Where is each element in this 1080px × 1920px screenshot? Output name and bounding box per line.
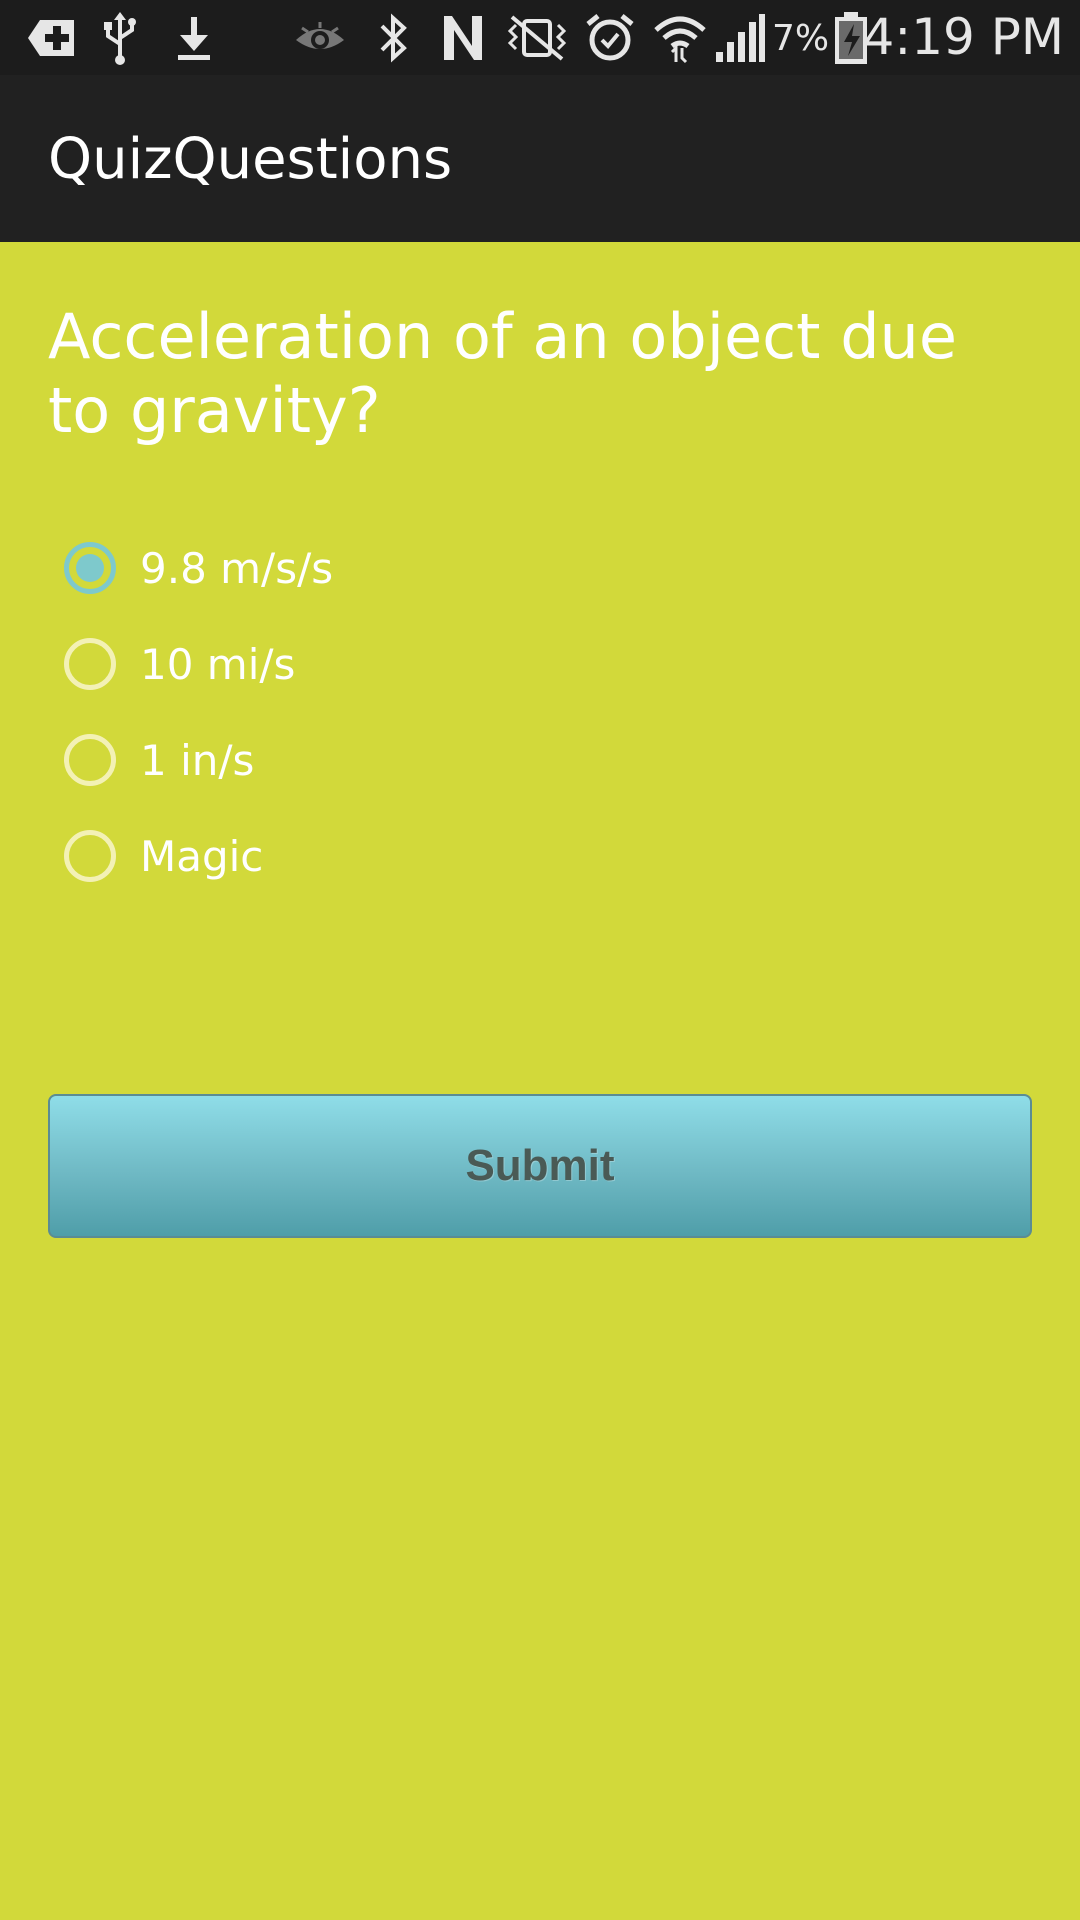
wifi-icon bbox=[652, 8, 708, 68]
signal-icon bbox=[714, 8, 766, 68]
usb-icon bbox=[100, 8, 140, 68]
app-title: QuizQuestions bbox=[48, 127, 453, 192]
app-screen: 7% 4:19 PM QuizQuestions Acceleration of… bbox=[0, 0, 1080, 1920]
answer-option-1[interactable]: 9.8 m/s/s bbox=[64, 520, 964, 616]
bluetooth-icon bbox=[376, 8, 410, 68]
alarm-icon bbox=[584, 8, 636, 68]
nfc-icon bbox=[440, 8, 486, 68]
answer-radio-group: 9.8 m/s/s 10 mi/s 1 in/s Magic bbox=[64, 520, 964, 904]
action-bar: QuizQuestions bbox=[0, 75, 1080, 242]
radio-button[interactable] bbox=[64, 638, 116, 690]
vibrate-icon bbox=[502, 8, 572, 68]
add-notification-icon bbox=[26, 8, 78, 68]
radio-button[interactable] bbox=[64, 734, 116, 786]
submit-button-label: Submit bbox=[465, 1141, 615, 1190]
answer-option-label: 10 mi/s bbox=[140, 639, 296, 689]
answer-option-label: 1 in/s bbox=[140, 735, 255, 785]
answer-option-label: Magic bbox=[140, 831, 264, 881]
submit-button[interactable]: Submit bbox=[48, 1094, 1032, 1238]
answer-option-2[interactable]: 10 mi/s bbox=[64, 616, 964, 712]
download-icon bbox=[174, 8, 214, 68]
radio-button-checked[interactable] bbox=[64, 542, 116, 594]
answer-option-3[interactable]: 1 in/s bbox=[64, 712, 964, 808]
battery-percent: 7% bbox=[772, 18, 830, 59]
question-text: Acceleration of an object due to gravity… bbox=[48, 300, 957, 447]
answer-option-label: 9.8 m/s/s bbox=[140, 543, 334, 593]
status-bar: 7% 4:19 PM bbox=[0, 0, 1080, 75]
eye-icon bbox=[294, 8, 346, 68]
status-clock: 4:19 PM bbox=[862, 8, 1064, 66]
radio-button[interactable] bbox=[64, 830, 116, 882]
answer-option-4[interactable]: Magic bbox=[64, 808, 964, 904]
